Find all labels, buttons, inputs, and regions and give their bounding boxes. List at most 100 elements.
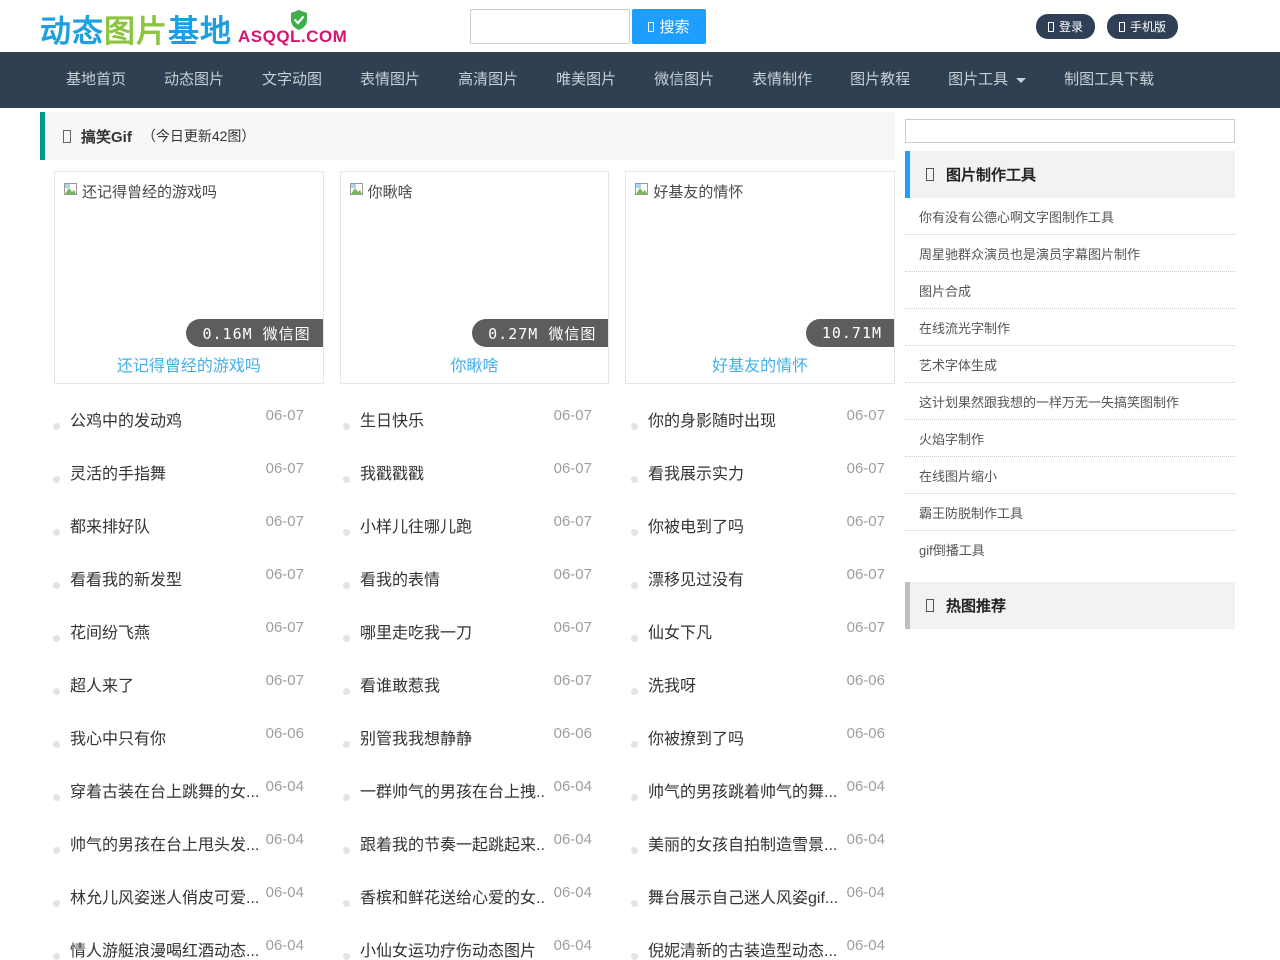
list-item[interactable]: 你被电到了吗06-07 xyxy=(618,506,895,559)
tool-link[interactable]: 艺术字体生成 xyxy=(905,346,1235,383)
list-item[interactable]: 看我的表情06-07 xyxy=(330,559,618,612)
list-item-title: 香槟和鲜花送给心爱的女... xyxy=(360,884,546,930)
tool-link[interactable]: 霸王防脱制作工具 xyxy=(905,494,1235,531)
card-title-link[interactable]: 你瞅啥 xyxy=(341,352,609,376)
nav-item-7[interactable]: 表情制作 xyxy=(733,52,831,108)
gif-card-1[interactable]: 你瞅啥0.27M 微信图你瞅啥 xyxy=(340,171,610,384)
list-item-date: 06-07 xyxy=(554,460,592,506)
card-title-link[interactable]: 还记得曾经的游戏吗 xyxy=(55,352,323,376)
tool-link[interactable]: 图片合成 xyxy=(905,272,1235,309)
list-item[interactable]: 别管我我想静静06-06 xyxy=(330,718,618,771)
list-item-title: 公鸡中的发动鸡 xyxy=(70,407,182,453)
search-button[interactable]: 搜索 xyxy=(632,9,706,44)
list-item-date: 06-04 xyxy=(266,937,304,960)
bullet-dot-icon xyxy=(343,423,350,430)
list-item-date: 06-04 xyxy=(266,831,304,877)
list-item[interactable]: 帅气的男孩跳着帅气的舞...06-04 xyxy=(618,771,895,824)
nav-item-label: 动态图片 xyxy=(164,52,224,108)
list-item[interactable]: 你被撩到了吗06-06 xyxy=(618,718,895,771)
tool-link[interactable]: 在线流光字制作 xyxy=(905,309,1235,346)
list-item[interactable]: 漂移见过没有06-07 xyxy=(618,559,895,612)
list-item[interactable]: 你的身影随时出现06-07 xyxy=(618,400,895,453)
list-item[interactable]: 公鸡中的发动鸡06-07 xyxy=(40,400,330,453)
bullet-dot-icon xyxy=(343,476,350,483)
list-item[interactable]: 跟着我的节奏一起跳起来...06-04 xyxy=(330,824,618,877)
list-item-date: 06-04 xyxy=(847,884,885,930)
list-item[interactable]: 香槟和鲜花送给心爱的女...06-04 xyxy=(330,877,618,930)
search-input[interactable] xyxy=(470,9,630,44)
sidebar: 图片制作工具 你有没有公德心啊文字图制作工具周星驰群众演员也是演员字幕图片制作图… xyxy=(905,112,1235,960)
list-item[interactable]: 穿着古装在台上跳舞的女...06-04 xyxy=(40,771,330,824)
nav-item-2[interactable]: 文字动图 xyxy=(243,52,341,108)
list-item[interactable]: 都来排好队06-07 xyxy=(40,506,330,559)
nav-item-label: 唯美图片 xyxy=(556,52,616,108)
tool-link[interactable]: gif倒播工具 xyxy=(905,531,1235,567)
list-item-title: 看看我的新发型 xyxy=(70,566,182,612)
list-item[interactable]: 超人来了06-07 xyxy=(40,665,330,718)
list-item[interactable]: 一群帅气的男孩在台上拽...06-04 xyxy=(330,771,618,824)
list-item[interactable]: 看谁敢惹我06-07 xyxy=(330,665,618,718)
nav-item-label: 基地首页 xyxy=(66,52,126,108)
list-item-title: 穿着古装在台上跳舞的女... xyxy=(70,778,258,824)
list-item[interactable]: 帅气的男孩在台上甩头发...06-04 xyxy=(40,824,330,877)
list-item[interactable]: 情人游艇浪漫喝红酒动态...06-04 xyxy=(40,930,330,960)
nav-item-8[interactable]: 图片教程 xyxy=(831,52,929,108)
list-item-date: 06-07 xyxy=(847,460,885,506)
nav-item-3[interactable]: 表情图片 xyxy=(341,52,439,108)
list-item-title: 看谁敢惹我 xyxy=(360,672,440,718)
image-alt-text: 好基友的情怀 xyxy=(653,181,743,202)
logo-domain: ASQQL.COM xyxy=(238,27,347,47)
list-item-date: 06-04 xyxy=(847,778,885,824)
gif-card-0[interactable]: 还记得曾经的游戏吗0.16M 微信图还记得曾经的游戏吗 xyxy=(54,171,324,384)
sidebar-search-input[interactable] xyxy=(905,119,1235,143)
tool-link[interactable]: 周星驰群众演员也是演员字幕图片制作 xyxy=(905,235,1235,272)
section-title: 搞笑Gif xyxy=(81,126,132,147)
nav-item-1[interactable]: 动态图片 xyxy=(145,52,243,108)
nav-item-6[interactable]: 微信图片 xyxy=(635,52,733,108)
list-item-title: 一群帅气的男孩在台上拽... xyxy=(360,778,546,824)
list-item[interactable]: 倪妮清新的古装造型动态...06-04 xyxy=(618,930,895,960)
broken-image-placeholder: 你瞅啥 xyxy=(341,172,609,211)
list-item[interactable]: 舞台展示自己迷人风姿gif...06-04 xyxy=(618,877,895,930)
list-item[interactable]: 我心中只有你06-06 xyxy=(40,718,330,771)
file-size-badge: 0.27M 微信图 xyxy=(472,319,608,347)
mobile-version-button[interactable]: 手机版 xyxy=(1107,14,1178,39)
broken-image-icon xyxy=(349,181,365,201)
verified-shield-icon xyxy=(290,10,308,30)
list-item-title: 仙女下凡 xyxy=(648,619,712,665)
site-logo[interactable]: 动态图片基地 ASQQL.COM xyxy=(40,6,347,51)
nav-item-4[interactable]: 高清图片 xyxy=(439,52,537,108)
tool-link[interactable]: 你有没有公德心啊文字图制作工具 xyxy=(905,198,1235,235)
bullet-dot-icon xyxy=(343,900,350,907)
mobile-icon xyxy=(1119,22,1125,32)
login-button[interactable]: 登录 xyxy=(1036,14,1095,39)
list-item[interactable]: 林允儿风姿迷人俏皮可爱...06-04 xyxy=(40,877,330,930)
nav-item-0[interactable]: 基地首页 xyxy=(47,52,145,108)
list-item[interactable]: 小仙女运功疗伤动态图片06-04 xyxy=(330,930,618,960)
bullet-dot-icon xyxy=(53,529,60,536)
list-item[interactable]: 小样儿往哪儿跑06-07 xyxy=(330,506,618,559)
nav-item-10[interactable]: 制图工具下载 xyxy=(1045,52,1173,108)
tool-link[interactable]: 火焰字制作 xyxy=(905,420,1235,457)
list-item[interactable]: 哪里走吃我一刀06-07 xyxy=(330,612,618,665)
tool-link[interactable]: 在线图片缩小 xyxy=(905,457,1235,494)
list-item[interactable]: 我戳戳戳06-07 xyxy=(330,453,618,506)
list-item[interactable]: 看看我的新发型06-07 xyxy=(40,559,330,612)
nav-item-9[interactable]: 图片工具 xyxy=(929,52,1045,108)
card-title-link[interactable]: 好基友的情怀 xyxy=(626,352,894,376)
nav-item-5[interactable]: 唯美图片 xyxy=(537,52,635,108)
list-item[interactable]: 生日快乐06-07 xyxy=(330,400,618,453)
list-item[interactable]: 洗我呀06-06 xyxy=(618,665,895,718)
nav-item-label: 文字动图 xyxy=(262,52,322,108)
list-item[interactable]: 花间纷飞燕06-07 xyxy=(40,612,330,665)
list-item[interactable]: 仙女下凡06-07 xyxy=(618,612,895,665)
list-item-date: 06-04 xyxy=(554,884,592,930)
list-item-title: 倪妮清新的古装造型动态... xyxy=(648,937,837,960)
list-item[interactable]: 美丽的女孩自拍制造雪景...06-04 xyxy=(618,824,895,877)
list-item-date: 06-06 xyxy=(847,725,885,771)
gif-card-2[interactable]: 好基友的情怀10.71M好基友的情怀 xyxy=(625,171,895,384)
list-item[interactable]: 灵活的手指舞06-07 xyxy=(40,453,330,506)
list-item[interactable]: 看我展示实力06-07 xyxy=(618,453,895,506)
tool-link[interactable]: 这计划果然跟我想的一样万无一失搞笑图制作 xyxy=(905,383,1235,420)
bullet-dot-icon xyxy=(343,688,350,695)
